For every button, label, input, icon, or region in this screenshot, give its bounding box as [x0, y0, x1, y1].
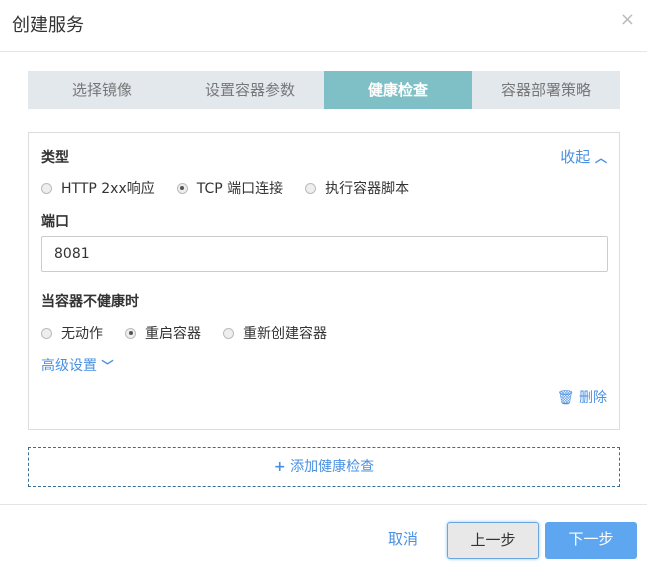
radio-no-action[interactable]: 无动作 — [41, 323, 103, 343]
step-select-image[interactable]: 选择镜像 — [28, 71, 176, 109]
add-label: 添加健康检查 — [290, 459, 375, 475]
step-tabs: 选择镜像 设置容器参数 健康检查 容器部署策略 — [28, 71, 620, 109]
radio-tcp[interactable]: TCP 端口连接 — [176, 178, 284, 198]
cancel-button[interactable]: 取消 — [378, 522, 428, 559]
advanced-label: 高级设置 — [41, 358, 97, 374]
plus-icon: + — [273, 459, 286, 475]
type-radio-group: HTTP 2xx响应 TCP 端口连接 执行容器脚本 — [41, 178, 409, 198]
radio-dot — [41, 327, 52, 339]
action-radio-group: 无动作 重启容器 重新创建容器 — [41, 323, 327, 343]
collapse-button[interactable]: 收起 ︿ — [560, 146, 607, 167]
prev-button[interactable]: 上一步 — [447, 522, 539, 559]
port-input[interactable] — [41, 236, 608, 272]
dialog-footer: 取消 上一步 下一步 — [0, 504, 647, 567]
radio-label: 重启容器 — [145, 326, 201, 342]
radio-dot — [41, 182, 52, 194]
chevron-down-icon: ﹀ — [101, 359, 114, 373]
health-check-panel: 类型 收起 ︿ HTTP 2xx响应 TCP 端口连接 执行容器脚本 端口 当容… — [28, 132, 620, 430]
step-health-check[interactable]: 健康检查 — [324, 71, 472, 109]
radio-recreate[interactable]: 重新创建容器 — [223, 323, 327, 343]
radio-label: HTTP 2xx响应 — [61, 181, 155, 197]
chevron-up-icon: ︿ — [594, 151, 607, 165]
advanced-settings-toggle[interactable]: 高级设置 ﹀ — [41, 355, 113, 375]
add-health-check-button[interactable]: + 添加健康检查 — [28, 447, 620, 487]
step-container-params[interactable]: 设置容器参数 — [176, 71, 324, 109]
close-icon[interactable]: × — [620, 9, 635, 30]
next-button[interactable]: 下一步 — [545, 522, 637, 559]
radio-dot — [176, 182, 188, 194]
radio-restart[interactable]: 重启容器 — [125, 323, 201, 343]
radio-dot — [305, 182, 317, 194]
delete-button[interactable]: 🗑 删除 — [557, 387, 607, 407]
radio-label: TCP 端口连接 — [196, 181, 284, 197]
radio-label: 执行容器脚本 — [325, 181, 410, 197]
dialog-header: 创建服务 × — [0, 0, 647, 52]
radio-label: 重新创建容器 — [243, 326, 327, 342]
unhealthy-label: 当容器不健康时 — [41, 294, 139, 310]
port-label: 端口 — [41, 214, 69, 230]
trash-icon: 🗑 — [556, 390, 575, 406]
radio-http[interactable]: HTTP 2xx响应 — [41, 178, 155, 198]
collapse-label: 收起 — [560, 148, 591, 166]
delete-label: 删除 — [579, 390, 607, 406]
type-label: 类型 — [41, 150, 69, 166]
radio-dot — [223, 327, 234, 339]
step-deploy-strategy[interactable]: 容器部署策略 — [472, 71, 620, 109]
radio-label: 无动作 — [61, 326, 103, 342]
radio-script[interactable]: 执行容器脚本 — [305, 178, 409, 198]
radio-dot — [125, 327, 136, 339]
dialog-title: 创建服务 — [12, 15, 84, 36]
